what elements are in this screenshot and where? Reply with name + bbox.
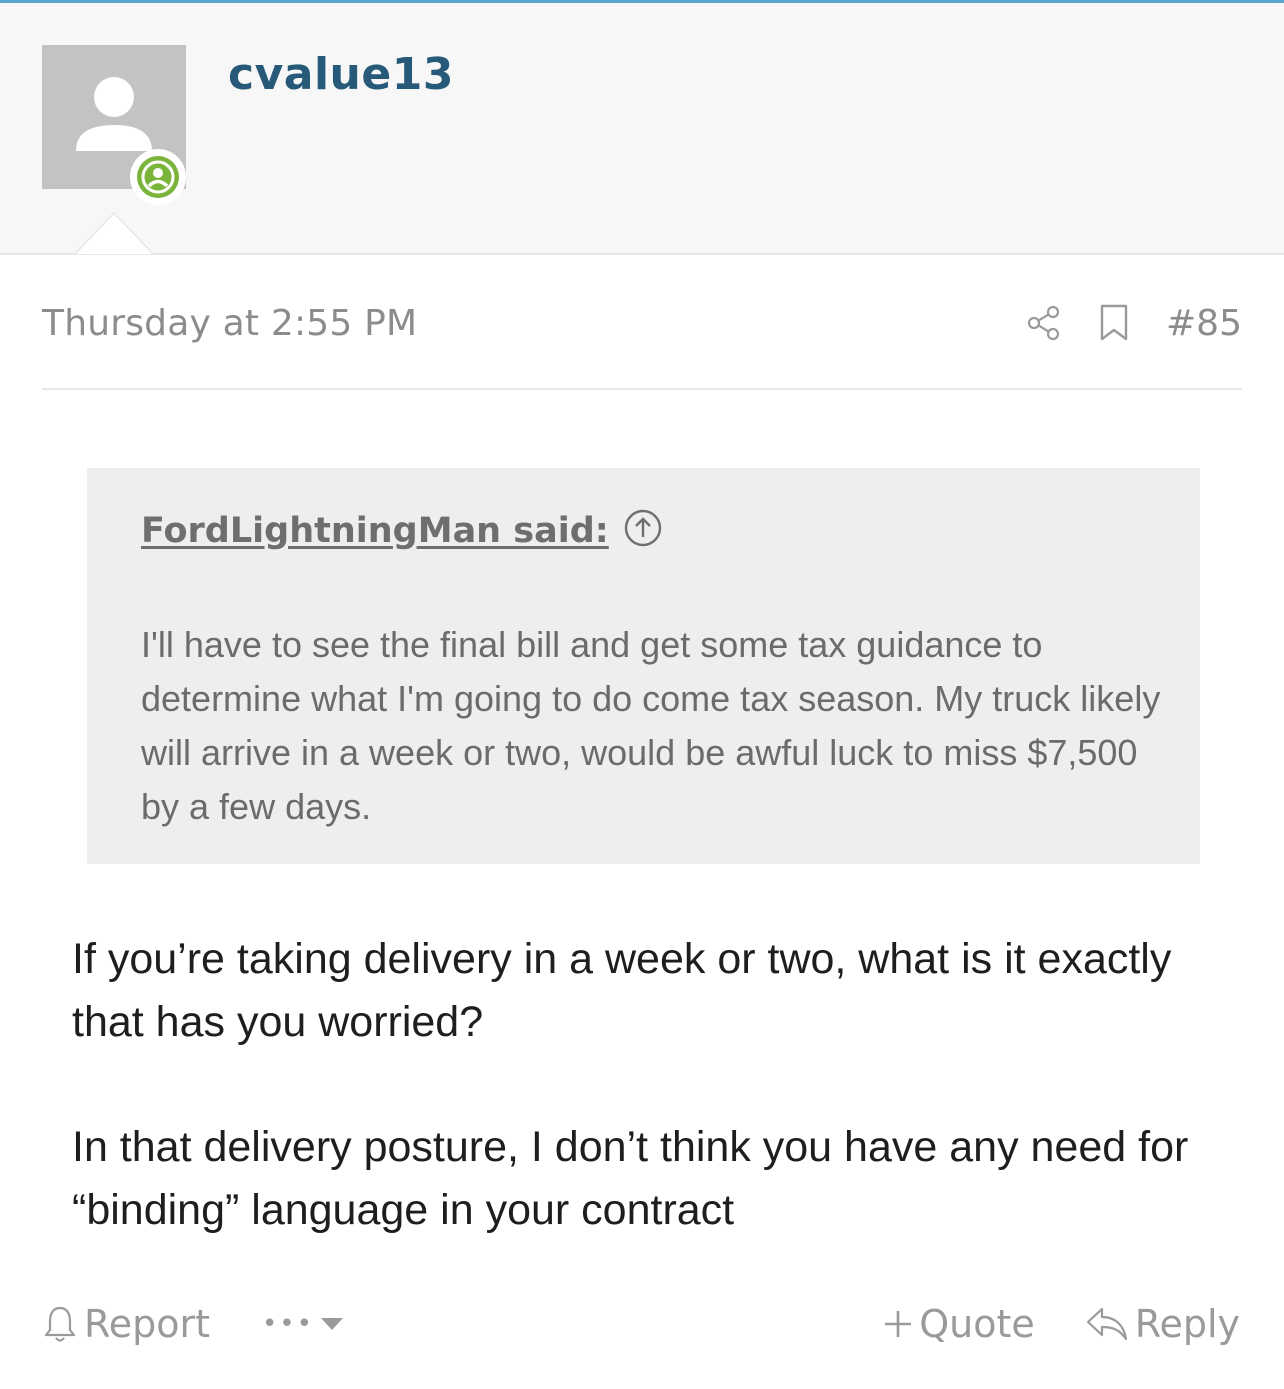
footer-left-actions: Report ••• xyxy=(42,1302,344,1346)
online-user-icon xyxy=(137,156,179,198)
reply-label: Reply xyxy=(1134,1302,1240,1346)
post-footer-actions: Report ••• Quote Reply xyxy=(42,1296,1240,1352)
caret-down-icon xyxy=(320,1318,343,1330)
post-body: If you’re taking delivery in a week or t… xyxy=(72,928,1232,1242)
share-icon[interactable] xyxy=(1026,303,1062,343)
quote-button[interactable]: Quote xyxy=(883,1302,1035,1346)
footer-right-actions: Quote Reply xyxy=(883,1302,1240,1346)
more-dots: ••• xyxy=(261,1309,314,1339)
plus-icon xyxy=(885,1311,912,1337)
quote-author-link[interactable]: FordLightningMan said: xyxy=(141,511,609,551)
bookmark-icon[interactable] xyxy=(1096,303,1132,343)
reply-icon xyxy=(1086,1307,1127,1341)
report-button[interactable]: Report xyxy=(42,1302,210,1346)
more-options-button[interactable]: ••• xyxy=(262,1309,344,1339)
report-label: Report xyxy=(84,1302,210,1346)
quote-text: I'll have to see the final bill and get … xyxy=(141,624,1161,827)
post-user-header: cvalue13 xyxy=(0,3,1284,255)
reply-button[interactable]: Reply xyxy=(1085,1302,1240,1346)
quote-author-row: FordLightningMan said: xyxy=(141,508,663,553)
username-link[interactable]: cvalue13 xyxy=(228,49,454,100)
post-timestamp[interactable]: Thursday at 2:55 PM xyxy=(42,303,417,344)
quote-block: FordLightningMan said: I'll have to see … xyxy=(87,468,1200,864)
post-paragraph: In that delivery posture, I don’t think … xyxy=(72,1123,1189,1234)
post-number-link[interactable]: #85 xyxy=(1166,303,1242,344)
meta-divider xyxy=(42,388,1242,390)
post-meta-actions: #85 xyxy=(1026,303,1242,344)
post-meta-row: Thursday at 2:55 PM #85 xyxy=(42,292,1242,354)
bell-icon xyxy=(44,1306,76,1342)
arrow-up-circle-icon[interactable] xyxy=(623,508,663,553)
online-status-badge xyxy=(130,149,186,205)
quote-label: Quote xyxy=(919,1302,1035,1346)
header-pointer xyxy=(76,214,152,254)
post-paragraph: If you’re taking delivery in a week or t… xyxy=(72,935,1172,1046)
